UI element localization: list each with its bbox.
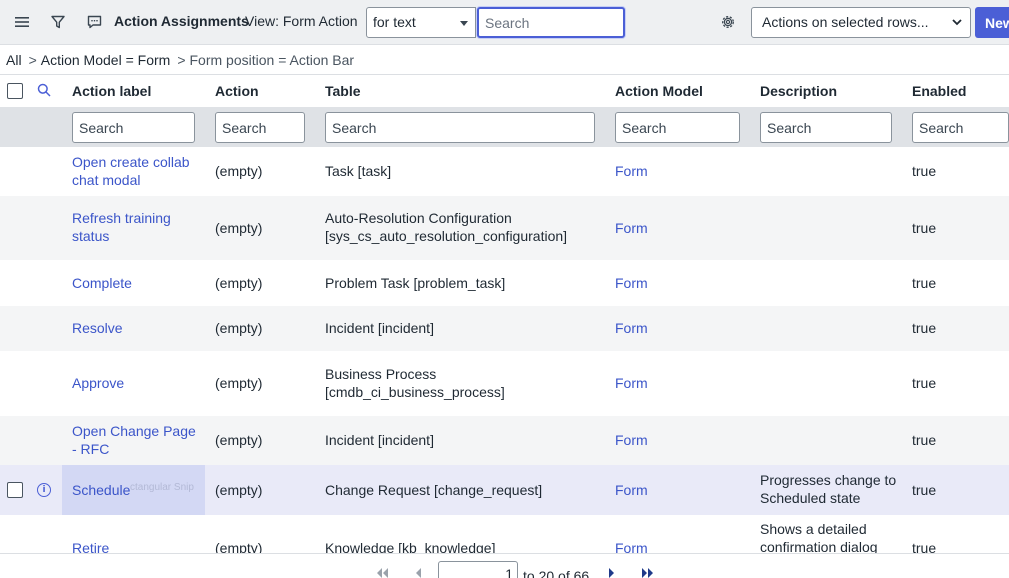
table-row[interactable]: Open create collab chat modal (empty) Ta… <box>0 147 1009 196</box>
description-cell: Progresses change to Scheduled state <box>760 472 897 506</box>
action-label-link[interactable]: Refresh training status <box>72 209 192 245</box>
action-model-link[interactable]: Form <box>615 539 648 553</box>
caret-down-icon <box>460 21 468 26</box>
table-cell: Task [task] <box>325 163 392 179</box>
table-cell: Knowledge [kb_knowledge] <box>325 540 496 553</box>
enabled-cell: true <box>912 320 937 336</box>
page-title: Action Assignments <box>114 13 249 29</box>
table-cell: Business Process [cmdb_ci_business_proce… <box>325 366 505 400</box>
action-cell: (empty) <box>215 320 263 336</box>
action-model-link[interactable]: Form <box>615 374 648 392</box>
table-cell: Incident [incident] <box>325 432 434 448</box>
table-row[interactable]: i ctangular Snip Schedule (empty) Change… <box>0 465 1009 515</box>
action-cell: (empty) <box>215 482 263 498</box>
enabled-cell: true <box>912 432 937 448</box>
view-label[interactable]: View: Form Action <box>245 13 358 29</box>
search-input[interactable] <box>477 7 625 38</box>
table-row[interactable]: Approve (empty) Business Process [cmdb_c… <box>0 351 1009 416</box>
action-label-link[interactable]: Open create collab chat modal <box>72 153 202 189</box>
action-label-link[interactable]: Schedule <box>72 481 130 499</box>
enabled-cell: true <box>912 375 937 391</box>
action-label-link[interactable]: Resolve <box>72 319 123 337</box>
table-cell: Change Request [change_request] <box>325 482 543 498</box>
action-model-search-input[interactable] <box>615 112 740 143</box>
column-header-action-model[interactable]: Action Model <box>615 83 703 99</box>
search-field-select[interactable]: for text <box>366 7 476 38</box>
action-cell: (empty) <box>215 275 263 291</box>
table-row[interactable]: Resolve (empty) Incident [incident] Form… <box>0 306 1009 351</box>
action-label-link[interactable]: Approve <box>72 374 124 392</box>
table-cell: Problem Task [problem_task] <box>325 275 506 291</box>
column-header-description[interactable]: Description <box>760 83 837 99</box>
action-model-link[interactable]: Form <box>615 219 648 237</box>
enabled-search-input[interactable] <box>912 112 1009 143</box>
enabled-cell: true <box>912 275 937 291</box>
gear-icon[interactable] <box>717 11 739 33</box>
table-search-input[interactable] <box>325 112 595 143</box>
column-header-enabled[interactable]: Enabled <box>912 83 966 99</box>
next-page-icon[interactable] <box>608 568 616 578</box>
table-cell: Incident [incident] <box>325 320 434 336</box>
previous-page-icon[interactable] <box>414 568 422 578</box>
enabled-cell: true <box>912 220 937 236</box>
breadcrumb-item-all[interactable]: All <box>6 52 22 68</box>
table-header: Action label Action Table Action Model D… <box>0 74 1009 107</box>
action-label-search-input[interactable] <box>72 112 195 143</box>
list-header-bar: Action Assignments View: Form Action for… <box>0 0 1009 45</box>
action-model-link[interactable]: Form <box>615 162 648 180</box>
column-header-action[interactable]: Action <box>215 83 259 99</box>
column-header-table[interactable]: Table <box>325 83 361 99</box>
enabled-cell: true <box>912 482 937 498</box>
action-model-link[interactable]: Form <box>615 481 648 499</box>
action-cell: (empty) <box>215 540 263 553</box>
table-row[interactable]: Complete (empty) Problem Task [problem_t… <box>0 260 1009 306</box>
breadcrumb: All > Action Model = Form > Form position = … <box>6 52 357 68</box>
last-page-icon[interactable] <box>641 568 655 578</box>
table-row[interactable]: Retire (empty) Knowledge [kb_knowledge] … <box>0 515 1009 553</box>
search-field-select-value: for text <box>373 14 416 30</box>
breadcrumb-item-form-position[interactable]: Form position = Action Bar <box>190 52 355 68</box>
table-cell: Auto-Resolution Configuration [sys_cs_au… <box>325 210 568 244</box>
enabled-cell: true <box>912 163 937 179</box>
action-label-link[interactable]: Retire <box>72 539 109 553</box>
select-all-checkbox[interactable] <box>7 83 23 99</box>
new-button[interactable]: New <box>975 7 1009 38</box>
page-range-text: to 20 of 66 <box>523 568 590 578</box>
snip-overlay-text: ctangular Snip <box>130 482 194 493</box>
hamburger-menu-icon[interactable] <box>11 11 33 33</box>
breadcrumb-item-action-model[interactable]: Action Model = Form <box>41 52 171 68</box>
action-cell: (empty) <box>215 432 263 448</box>
description-search-input[interactable] <box>760 112 892 143</box>
table-row[interactable]: Open Change Page - RFC (empty) Incident … <box>0 416 1009 465</box>
action-model-link[interactable]: Form <box>615 319 648 337</box>
enabled-cell: true <box>912 540 937 553</box>
actions-on-selected-rows-select[interactable]: Actions on selected rows... <box>751 7 971 38</box>
description-cell: Shows a detailed confirmation dialog <box>760 521 878 553</box>
action-cell: (empty) <box>215 163 263 179</box>
breadcrumb-separator: > <box>177 52 186 68</box>
breadcrumb-separator: > <box>28 52 37 68</box>
column-search-row <box>0 107 1009 147</box>
column-header-action-label[interactable]: Action label <box>72 83 151 99</box>
page-number-input[interactable]: 1 <box>438 561 518 578</box>
pagination-bar: 1 to 20 of 66 <box>0 553 1009 578</box>
first-page-icon[interactable] <box>375 568 389 578</box>
row-checkbox[interactable] <box>7 482 23 498</box>
table-row[interactable]: Refresh training status (empty) Auto-Res… <box>0 196 1009 260</box>
chevron-down-icon <box>951 16 963 31</box>
action-model-link[interactable]: Form <box>615 431 648 449</box>
action-label-link[interactable]: Open Change Page - RFC <box>72 422 197 458</box>
search-icon[interactable] <box>37 83 51 100</box>
action-label-link[interactable]: Complete <box>72 274 132 292</box>
speech-bubble-icon[interactable] <box>83 11 105 33</box>
funnel-filter-icon[interactable] <box>47 11 69 33</box>
info-icon[interactable]: i <box>37 483 51 497</box>
actions-select-value: Actions on selected rows... <box>762 14 929 30</box>
action-search-input[interactable] <box>215 112 305 143</box>
action-cell: (empty) <box>215 220 263 236</box>
action-cell: (empty) <box>215 375 263 391</box>
action-model-link[interactable]: Form <box>615 274 648 292</box>
